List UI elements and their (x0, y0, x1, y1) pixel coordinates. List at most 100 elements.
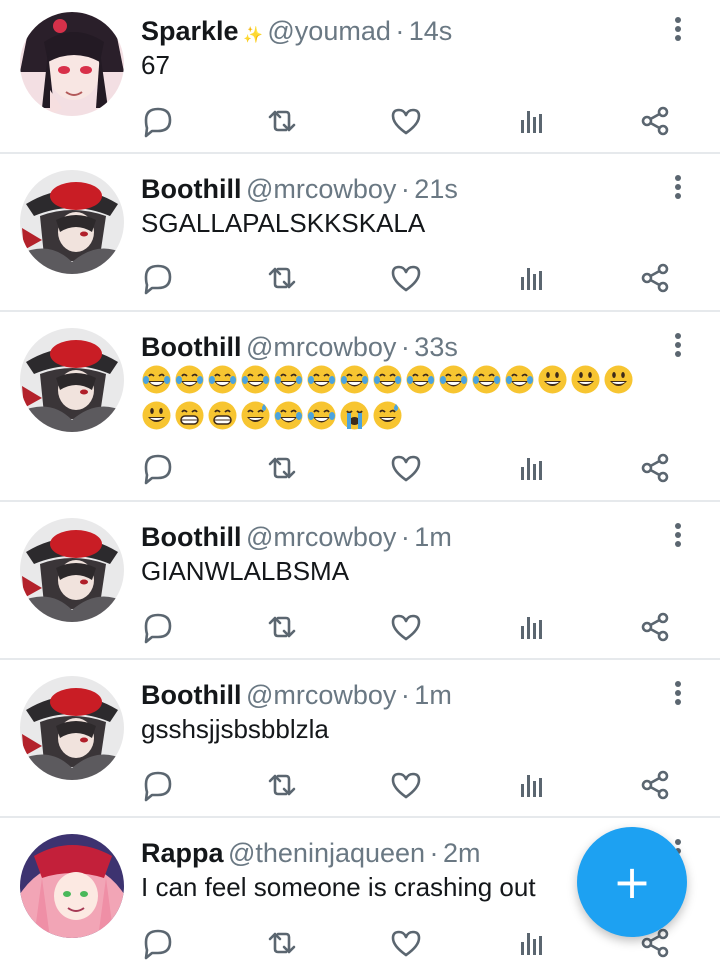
separator: · (429, 838, 439, 868)
rofl-emoji-icon (504, 364, 535, 395)
timestamp[interactable]: 2m (443, 838, 481, 868)
grin-emoji-icon (174, 400, 205, 431)
more-vertical-icon[interactable] (668, 520, 688, 554)
display-name[interactable]: Boothill (141, 680, 241, 710)
heart-icon[interactable] (386, 258, 426, 298)
avatar[interactable] (20, 12, 124, 116)
reply-icon[interactable] (138, 607, 178, 647)
joy-emoji-icon (240, 364, 271, 395)
rofl-emoji-icon (273, 364, 304, 395)
joy-emoji-icon (273, 400, 304, 431)
emoji-line (141, 400, 671, 434)
user-handle[interactable]: @theninjaqueen (228, 838, 425, 868)
rofl-emoji-icon (306, 364, 337, 395)
rofl-emoji-icon (339, 364, 370, 395)
compose-button[interactable]: + (577, 827, 687, 937)
analytics-icon[interactable] (512, 448, 552, 488)
smiley-emoji-icon (141, 400, 172, 431)
analytics-icon[interactable] (512, 923, 552, 963)
share-icon[interactable] (635, 607, 675, 647)
analytics-icon[interactable] (512, 258, 552, 298)
more-vertical-icon[interactable] (668, 678, 688, 712)
heart-icon[interactable] (386, 765, 426, 805)
heart-icon[interactable] (386, 923, 426, 963)
avatar[interactable] (20, 170, 124, 274)
display-name[interactable]: Boothill (141, 522, 241, 552)
heart-icon[interactable] (386, 448, 426, 488)
timestamp[interactable]: 14s (409, 16, 453, 46)
tweet-actions (138, 607, 678, 647)
tweet-actions (138, 258, 678, 298)
retweet-icon[interactable] (262, 448, 302, 488)
reply-icon[interactable] (138, 448, 178, 488)
analytics-icon[interactable] (512, 101, 552, 141)
share-icon[interactable] (635, 765, 675, 805)
sob-emoji-icon (339, 400, 370, 431)
tweet-actions (138, 448, 678, 488)
smiley-emoji-icon (603, 364, 634, 395)
heart-icon[interactable] (386, 607, 426, 647)
retweet-icon[interactable] (262, 923, 302, 963)
analytics-icon[interactable] (512, 607, 552, 647)
joy-emoji-icon (141, 364, 172, 395)
tweet-text: gsshsjjsbsbblzla (141, 714, 329, 744)
rofl-emoji-icon (372, 364, 403, 395)
timestamp[interactable]: 21s (414, 174, 458, 204)
separator: · (395, 16, 405, 46)
tweet-text: GIANWLALBSMA (141, 556, 350, 586)
tweet-header: Boothill @mrcowboy · 1m (141, 520, 452, 554)
reply-icon[interactable] (138, 765, 178, 805)
retweet-icon[interactable] (262, 101, 302, 141)
user-handle[interactable]: @youmad (267, 16, 390, 46)
tweet-actions (138, 765, 678, 805)
grin-emoji-icon (207, 400, 238, 431)
tweet-header: Boothill @mrcowboy · 1m (141, 678, 452, 712)
separator: · (400, 680, 410, 710)
divider (0, 310, 720, 312)
more-vertical-icon[interactable] (668, 330, 688, 364)
divider (0, 658, 720, 660)
tweet-actions (138, 923, 678, 963)
retweet-icon[interactable] (262, 607, 302, 647)
reply-icon[interactable] (138, 101, 178, 141)
analytics-icon[interactable] (512, 765, 552, 805)
divider (0, 816, 720, 818)
timestamp[interactable]: 33s (414, 332, 458, 362)
reply-icon[interactable] (138, 258, 178, 298)
more-vertical-icon[interactable] (668, 14, 688, 48)
user-handle[interactable]: @mrcowboy (246, 680, 396, 710)
separator: · (400, 332, 410, 362)
rofl-emoji-icon (438, 364, 469, 395)
sweat-smile-emoji-icon (372, 400, 403, 431)
sweat-smile-emoji-icon (240, 400, 271, 431)
timestamp[interactable]: 1m (414, 680, 452, 710)
tweet-actions (138, 101, 678, 141)
timestamp[interactable]: 1m (414, 522, 452, 552)
avatar[interactable] (20, 676, 124, 780)
retweet-icon[interactable] (262, 765, 302, 805)
tweet-header: Rappa @theninjaqueen · 2m (141, 836, 480, 870)
rofl-emoji-icon (471, 364, 502, 395)
joy-emoji-icon (174, 364, 205, 395)
reply-icon[interactable] (138, 923, 178, 963)
sparkle-emoji-icon: ✨ (243, 27, 263, 44)
share-icon[interactable] (635, 448, 675, 488)
user-handle[interactable]: @mrcowboy (246, 522, 396, 552)
avatar[interactable] (20, 518, 124, 622)
user-handle[interactable]: @mrcowboy (246, 174, 396, 204)
display-name[interactable]: Boothill (141, 174, 241, 204)
tweet-text: 67 (141, 50, 170, 80)
display-name[interactable]: Sparkle (141, 16, 239, 46)
more-vertical-icon[interactable] (668, 172, 688, 206)
retweet-icon[interactable] (262, 258, 302, 298)
avatar[interactable] (20, 328, 124, 432)
avatar[interactable] (20, 834, 124, 938)
heart-icon[interactable] (386, 101, 426, 141)
share-icon[interactable] (635, 258, 675, 298)
separator: · (400, 174, 410, 204)
share-icon[interactable] (635, 101, 675, 141)
display-name[interactable]: Boothill (141, 332, 241, 362)
user-handle[interactable]: @mrcowboy (246, 332, 396, 362)
display-name[interactable]: Rappa (141, 838, 224, 868)
emoji-line (141, 364, 671, 398)
